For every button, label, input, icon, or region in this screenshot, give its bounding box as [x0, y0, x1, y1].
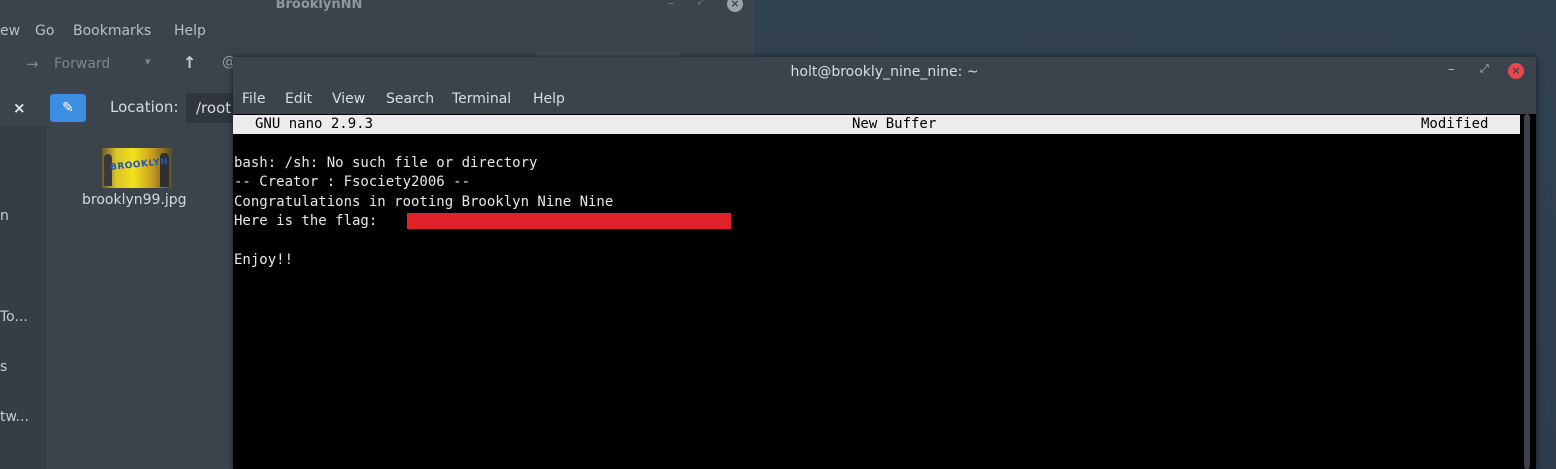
- menu-file[interactable]: File: [242, 91, 265, 107]
- maximize-icon[interactable]: ⤢: [1480, 62, 1489, 76]
- menu-edit[interactable]: Edit: [285, 91, 312, 107]
- terminal-line: Enjoy!!: [234, 252, 294, 268]
- sidebar-item[interactable]: n: [0, 208, 9, 224]
- chevron-down-icon[interactable]: ▾: [145, 55, 151, 68]
- menu-terminal[interactable]: Terminal: [452, 91, 511, 107]
- forward-button[interactable]: Forward: [54, 56, 110, 72]
- menu-view[interactable]: ew: [0, 23, 20, 39]
- close-sidebar-icon[interactable]: ×: [13, 99, 26, 117]
- sidebar-item[interactable]: To...: [0, 309, 28, 325]
- sidebar-item[interactable]: tw...: [0, 409, 29, 425]
- menu-help[interactable]: Help: [174, 23, 206, 39]
- menu-help[interactable]: Help: [533, 91, 565, 107]
- nano-header-bar: GNU nano 2.9.3 New Buffer Modified: [233, 115, 1520, 134]
- terminal-line: bash: /sh: No such file or directory: [234, 155, 538, 171]
- edit-location-button[interactable]: ✎: [50, 94, 86, 122]
- minimize-icon[interactable]: –: [1448, 62, 1455, 77]
- file-name[interactable]: brooklyn99.jpg: [82, 192, 187, 208]
- terminal-line: Congratulations in rooting Brooklyn Nine…: [234, 194, 614, 210]
- menu-bookmarks[interactable]: Bookmarks: [73, 23, 151, 39]
- file-manager-menubar: ew Go Bookmarks Help: [0, 18, 754, 46]
- file-manager-titlebar[interactable]: BrooklynNN – ⤢ ×: [0, 0, 754, 18]
- window-title: holt@brookly_nine_nine: ~: [790, 64, 979, 80]
- terminal-menubar: File Edit View Search Terminal Help: [233, 87, 1536, 114]
- nano-status: Modified: [1421, 116, 1489, 132]
- close-icon[interactable]: ×: [1508, 63, 1524, 79]
- forward-arrow-icon[interactable]: →: [26, 55, 39, 73]
- close-icon[interactable]: ×: [727, 0, 743, 12]
- up-arrow-icon[interactable]: ↑: [183, 53, 196, 72]
- window-title: BrooklynNN: [275, 0, 363, 12]
- location-label: Location:: [110, 98, 179, 116]
- nano-version: GNU nano 2.9.3: [255, 116, 374, 132]
- menu-view[interactable]: View: [332, 91, 365, 107]
- terminal-window: holt@brookly_nine_nine: ~ – ⤢ × File Edi…: [233, 57, 1536, 469]
- terminal-line: -- Creator : Fsociety2006 --: [234, 174, 471, 190]
- file-manager-sidebar: n To... s tw...: [0, 126, 46, 469]
- minimize-icon[interactable]: –: [668, 0, 674, 10]
- terminal-line: Here is the flag:: [234, 213, 386, 229]
- sidebar-item[interactable]: s: [0, 359, 7, 375]
- maximize-icon[interactable]: ⤢: [698, 0, 706, 7]
- menu-go[interactable]: Go: [35, 23, 54, 39]
- pencil-icon: ✎: [62, 100, 74, 116]
- nano-buffer-name: New Buffer: [852, 116, 937, 132]
- terminal-output[interactable]: GNU nano 2.9.3 New Buffer Modified bash:…: [233, 114, 1536, 469]
- image-thumbnail[interactable]: BROOKLYN: [102, 148, 172, 188]
- scrollbar[interactable]: [1524, 114, 1530, 469]
- menu-search[interactable]: Search: [386, 91, 434, 107]
- flag-redaction-block: [407, 213, 731, 229]
- terminal-titlebar[interactable]: holt@brookly_nine_nine: ~ – ⤢ ×: [233, 57, 1536, 87]
